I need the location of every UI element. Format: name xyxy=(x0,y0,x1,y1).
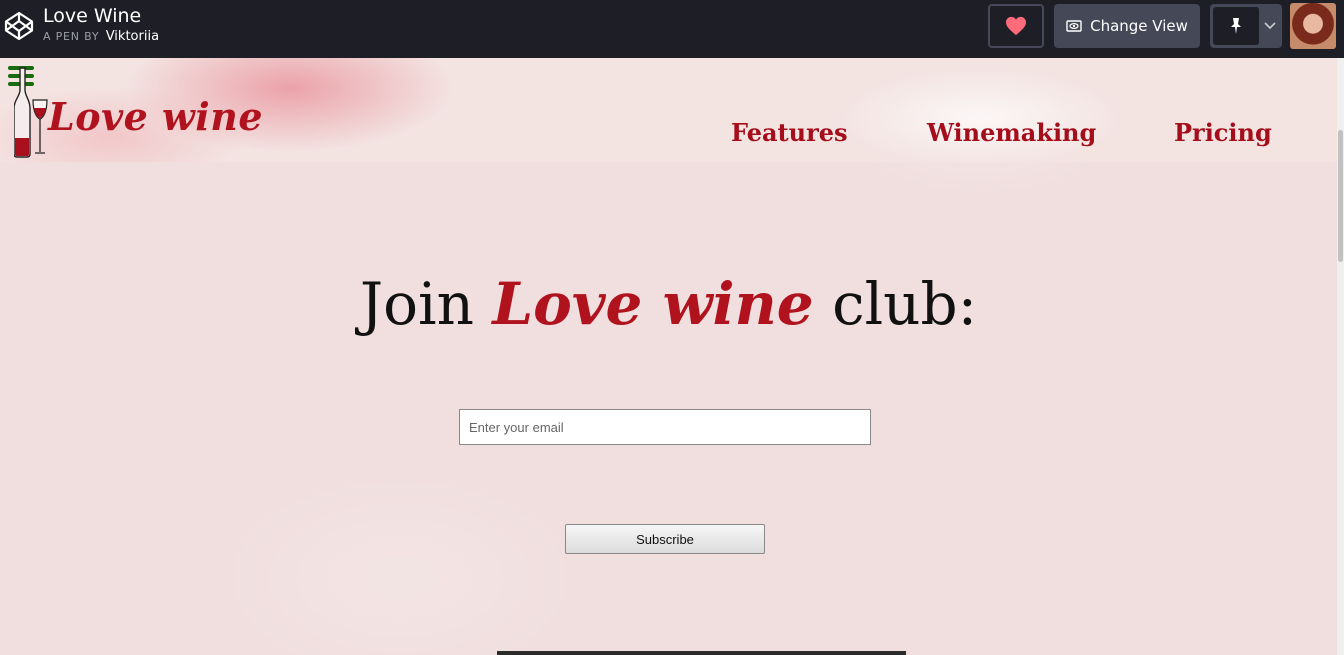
join-suffix: club: xyxy=(832,270,978,338)
scrollbar-thumb[interactable] xyxy=(1338,130,1343,262)
heart-icon xyxy=(1006,16,1026,36)
user-avatar[interactable] xyxy=(1290,3,1336,49)
site-logo-text[interactable]: Love wine xyxy=(48,94,263,139)
eye-icon xyxy=(1066,20,1082,32)
chevron-down-icon[interactable] xyxy=(1262,16,1278,36)
like-button[interactable] xyxy=(988,4,1044,48)
nav-winemaking[interactable]: Winemaking xyxy=(927,118,1096,147)
change-view-label: Change View xyxy=(1090,17,1188,35)
pin-icon xyxy=(1231,18,1241,34)
pin-button-group xyxy=(1210,4,1282,48)
bottom-divider xyxy=(497,651,906,655)
pen-preview: Love wine Features Winemaking Pricing Jo… xyxy=(0,58,1344,655)
pen-byline: A PEN BY Viktoriia xyxy=(43,29,159,44)
pen-title[interactable]: Love Wine xyxy=(43,5,141,27)
codepen-topbar: Love Wine A PEN BY Viktoriia Change View xyxy=(0,0,1344,58)
change-view-button[interactable]: Change View xyxy=(1054,4,1200,48)
pen-author-link[interactable]: Viktoriia xyxy=(106,29,159,44)
join-prefix: Join xyxy=(359,270,474,338)
join-heading: Join Love wine club: xyxy=(0,270,1337,338)
email-field[interactable] xyxy=(459,409,871,445)
nav-features[interactable]: Features xyxy=(731,118,848,147)
pin-button[interactable] xyxy=(1213,7,1259,45)
pen-by-label: A PEN BY xyxy=(43,30,100,43)
site-header: Love wine Features Winemaking Pricing xyxy=(0,58,1337,162)
join-brand: Love wine xyxy=(492,270,814,338)
wine-bottle-icon xyxy=(14,67,48,158)
preview-scrollbar[interactable] xyxy=(1337,58,1344,655)
codepen-logo-icon[interactable] xyxy=(4,11,34,41)
subscribe-button[interactable]: Subscribe xyxy=(565,524,765,554)
nav-pricing[interactable]: Pricing xyxy=(1174,118,1272,147)
